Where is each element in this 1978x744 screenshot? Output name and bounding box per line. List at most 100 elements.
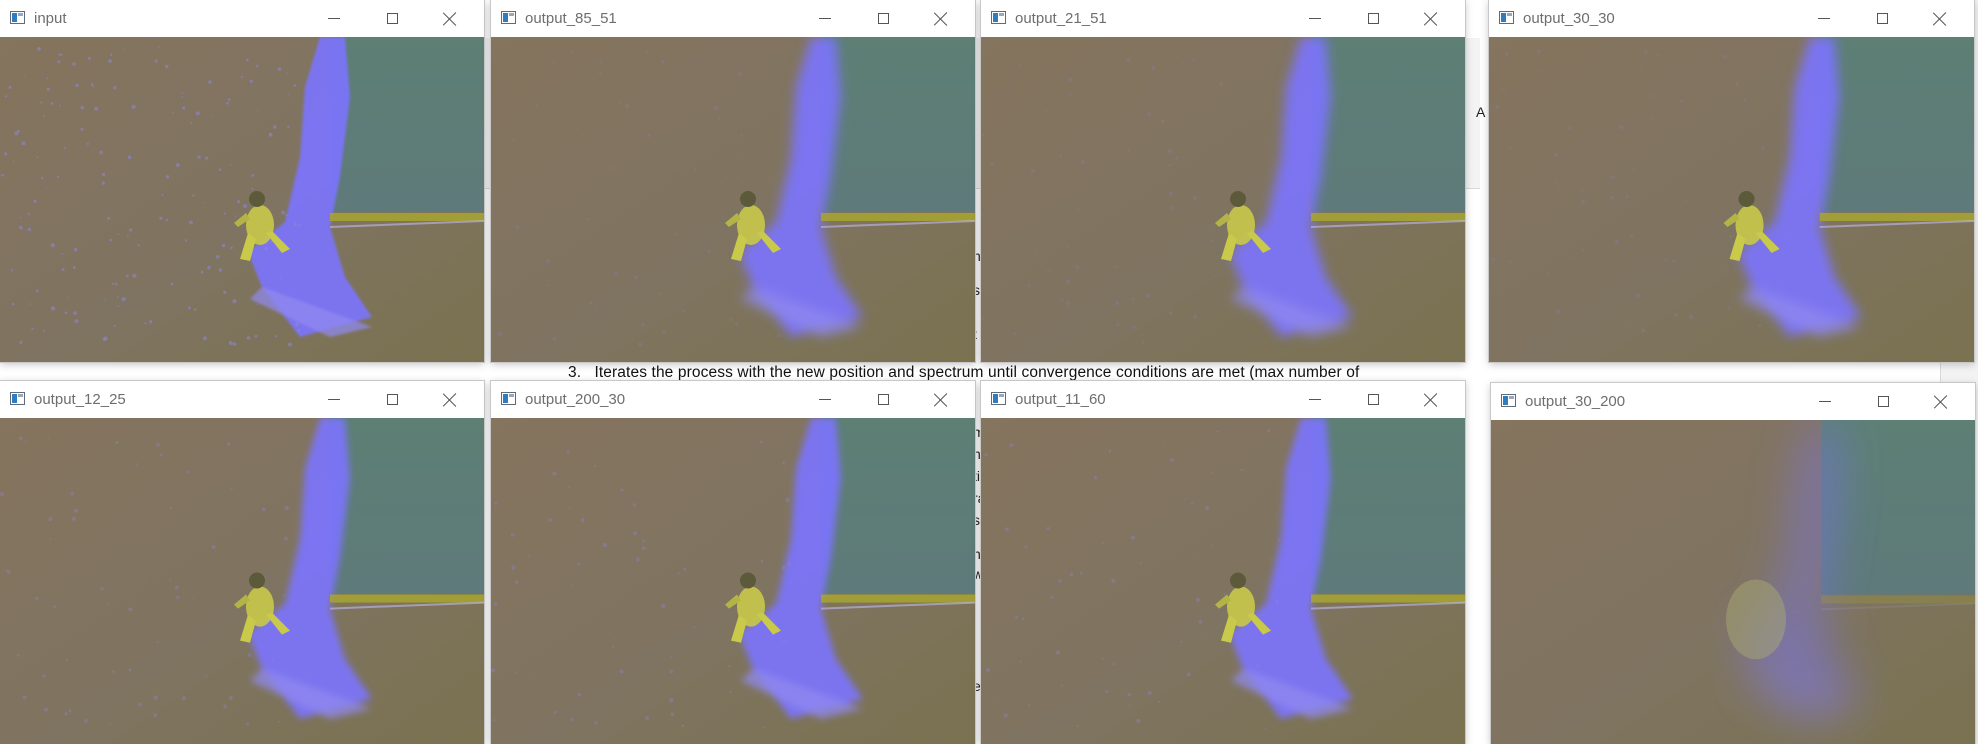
maximize-icon	[1367, 13, 1379, 24]
close-icon	[443, 393, 457, 407]
maximize-button[interactable]	[1855, 383, 1911, 420]
surfer-image	[1491, 420, 1975, 744]
image-canvas	[981, 37, 1465, 362]
maximize-icon	[1876, 13, 1888, 24]
close-button[interactable]	[913, 381, 969, 418]
window-titlebar[interactable]: output_85_51	[491, 0, 975, 37]
image-canvas	[0, 418, 484, 744]
close-button[interactable]	[422, 0, 478, 37]
surfer-image	[981, 418, 1465, 744]
close-button[interactable]	[1913, 383, 1969, 420]
maximize-button[interactable]	[1854, 0, 1910, 37]
minimize-button[interactable]	[1287, 0, 1343, 37]
close-button[interactable]	[1403, 381, 1459, 418]
surfer-image	[0, 418, 484, 744]
close-icon	[1424, 12, 1438, 26]
app-icon	[1501, 394, 1516, 407]
window-titlebar[interactable]: output_21_51	[981, 0, 1465, 37]
image-canvas	[1489, 37, 1974, 362]
window-title: output_21_51	[1015, 10, 1107, 27]
image-window-output-200-30[interactable]: output_200_30	[491, 381, 975, 744]
minimize-icon	[1309, 399, 1321, 400]
minimize-button[interactable]	[1287, 381, 1343, 418]
maximize-button[interactable]	[855, 0, 911, 37]
maximize-icon	[386, 394, 398, 405]
minimize-icon	[819, 18, 831, 19]
window-titlebar[interactable]: output_11_60	[981, 381, 1465, 418]
window-title: output_11_60	[1015, 391, 1106, 408]
maximize-icon	[877, 394, 889, 405]
window-title: output_85_51	[525, 10, 617, 27]
minimize-button[interactable]	[1796, 0, 1852, 37]
close-button[interactable]	[1912, 0, 1968, 37]
minimize-icon	[328, 18, 340, 19]
surfer-image	[491, 418, 975, 744]
image-canvas	[491, 418, 975, 744]
app-icon	[991, 11, 1006, 24]
maximize-icon	[877, 13, 889, 24]
image-window-output-30-200[interactable]: output_30_200	[1491, 383, 1975, 744]
close-icon	[443, 12, 457, 26]
close-icon	[1933, 12, 1947, 26]
close-icon	[934, 12, 948, 26]
minimize-icon	[819, 399, 831, 400]
maximize-icon	[386, 13, 398, 24]
window-title: input	[34, 10, 67, 27]
maximize-button[interactable]	[364, 381, 420, 418]
image-window-output-11-60[interactable]: output_11_60	[981, 381, 1465, 744]
window-titlebar[interactable]: output_200_30	[491, 381, 975, 418]
window-titlebar[interactable]: output_30_200	[1491, 383, 1975, 420]
image-canvas	[491, 37, 975, 362]
minimize-icon	[328, 399, 340, 400]
surfer-image	[0, 37, 484, 362]
app-icon	[501, 11, 516, 24]
window-title: output_200_30	[525, 391, 626, 408]
app-icon	[501, 392, 516, 405]
window-title: output_12_25	[34, 391, 126, 408]
minimize-button[interactable]	[306, 381, 362, 418]
maximize-button[interactable]	[1345, 381, 1401, 418]
window-title: output_30_30	[1523, 10, 1615, 27]
image-window-output-12-25[interactable]: output_12_25	[0, 381, 484, 744]
close-icon	[1424, 393, 1438, 407]
list-number: 3.	[568, 364, 582, 381]
image-canvas	[1491, 420, 1975, 744]
image-window-output-85-51[interactable]: output_85_51	[491, 0, 975, 362]
image-canvas	[0, 37, 484, 362]
minimize-icon	[1818, 18, 1830, 19]
minimize-icon	[1309, 18, 1321, 19]
maximize-icon	[1877, 396, 1889, 407]
minimize-button[interactable]	[1797, 383, 1853, 420]
close-icon	[934, 393, 948, 407]
app-icon	[10, 11, 25, 24]
surfer-image	[981, 37, 1465, 362]
maximize-button[interactable]	[855, 381, 911, 418]
close-button[interactable]	[913, 0, 969, 37]
document-line: 3. Iterates the process with the new pos…	[568, 364, 1378, 382]
close-button[interactable]	[422, 381, 478, 418]
image-canvas	[981, 418, 1465, 744]
document-line-text: Iterates the process with the new positi…	[594, 364, 1360, 381]
surfer-image	[1489, 37, 1974, 362]
minimize-button[interactable]	[797, 381, 853, 418]
image-window-output-30-30[interactable]: output_30_30	[1489, 0, 1974, 362]
maximize-button[interactable]	[364, 0, 420, 37]
minimize-icon	[1819, 401, 1831, 402]
surfer-image	[491, 37, 975, 362]
maximize-button[interactable]	[1345, 0, 1401, 37]
minimize-button[interactable]	[306, 0, 362, 37]
image-window-input[interactable]: input	[0, 0, 484, 362]
image-window-output-21-51[interactable]: output_21_51	[981, 0, 1465, 362]
window-titlebar[interactable]: input	[0, 0, 484, 37]
doc-fragment: A	[1476, 104, 1486, 120]
window-titlebar[interactable]: output_12_25	[0, 381, 484, 418]
close-icon	[1934, 395, 1948, 409]
app-icon	[1499, 11, 1514, 24]
maximize-icon	[1367, 394, 1379, 405]
minimize-button[interactable]	[797, 0, 853, 37]
window-titlebar[interactable]: output_30_30	[1489, 0, 1974, 37]
app-icon	[10, 392, 25, 405]
app-icon	[991, 392, 1006, 405]
window-title: output_30_200	[1525, 393, 1626, 410]
close-button[interactable]	[1403, 0, 1459, 37]
